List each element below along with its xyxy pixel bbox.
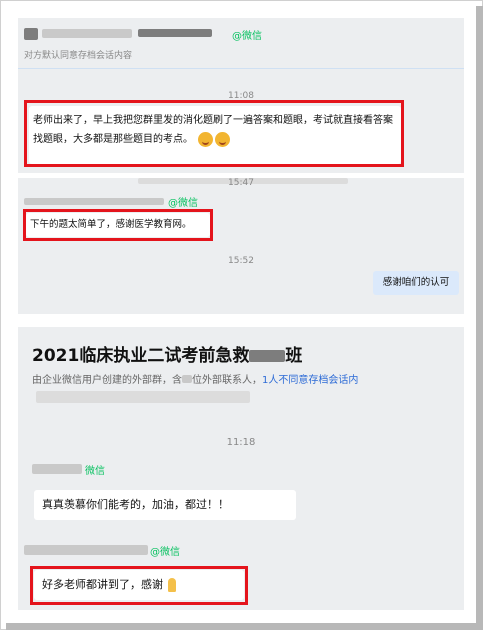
message-text: 真真羡慕你们能考的，加油，都过！！ [42, 498, 229, 511]
frame-shadow [6, 623, 483, 630]
chat-panel-3: 2021临床执业二试考前急救班 由企业微信用户创建的外部群，含 位外部联系人，1人… [18, 327, 464, 610]
archive-notice: 对方默认同意存档会话内容 [24, 51, 133, 61]
count-blurred [182, 375, 192, 383]
divider [18, 68, 464, 69]
archive-link[interactable]: 1人不同意存档会话内 [262, 375, 358, 386]
wechat-badge: @微信 [168, 198, 198, 209]
message-timestamp: 15:52 [228, 256, 254, 266]
sender-name-blurred [24, 28, 38, 40]
group-title: 2021临床执业二试考前急救班 [32, 346, 303, 366]
wechat-badge: @微信 [232, 31, 262, 42]
sender-name-blurred [24, 198, 164, 205]
message-timestamp: 11:18 [226, 437, 256, 448]
reply-text: 感谢咱们的认可 [382, 277, 450, 288]
frame-shadow [476, 6, 483, 630]
highlight-box [30, 566, 248, 605]
highlight-box [24, 100, 404, 167]
group-description: 由企业微信用户创建的外部群，含 位外部联系人，1人不同意存档会话内 [32, 375, 359, 386]
highlight-box [23, 209, 213, 241]
chat-panel-1: @微信 对方默认同意存档会话内容 11:08 老师出来了，早上我把您群里发的消化… [18, 18, 464, 173]
wechat-badge: @微信 [150, 547, 180, 558]
message-timestamp: 15:47 [228, 178, 254, 188]
reply-bubble[interactable]: 感谢咱们的认可 [373, 271, 459, 295]
sender-name-blurred [24, 545, 148, 555]
chat-panel-2: 15:47 @微信 下午的题太简单了，感谢医学教育网。 15:52 感谢咱们的认… [18, 178, 464, 314]
message-bubble[interactable]: 真真羡慕你们能考的，加油，都过！！ [34, 490, 296, 520]
sender-name-blurred [32, 464, 82, 474]
sender-name-blurred [138, 29, 212, 37]
sender-name-blurred [42, 29, 132, 38]
blurred-strip [36, 391, 250, 403]
wechat-badge: 微信 [85, 466, 105, 477]
title-blurred [249, 350, 286, 362]
